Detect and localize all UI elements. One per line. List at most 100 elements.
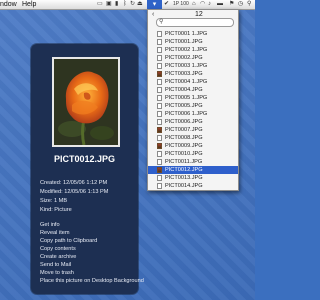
file-icon <box>157 87 162 93</box>
info-title: PICT0012.JPG <box>53 154 116 164</box>
file-icon <box>157 159 162 165</box>
screen-icon[interactable]: ▭ <box>97 1 103 8</box>
file-name: PICT0001.JPG <box>165 39 203 45</box>
file-list-item[interactable]: PICT0006.JPG <box>148 118 238 126</box>
file-icon <box>157 119 162 125</box>
move-to-trash-action[interactable]: Move to trash <box>40 270 74 277</box>
display-icon[interactable]: ▣ <box>106 1 112 8</box>
clock-icon[interactable]: ◷ <box>238 1 243 8</box>
file-name: PICT0005 1.JPG <box>165 95 208 101</box>
battery-icon[interactable]: ▬ <box>217 1 223 8</box>
back-arrow-icon[interactable]: ‹ <box>152 11 154 18</box>
sound-icon[interactable]: ♪ <box>208 1 211 8</box>
file-list-item[interactable]: PICT0010.JPG <box>148 150 238 158</box>
file-icon <box>157 183 162 189</box>
file-icon <box>157 167 162 173</box>
file-list-item[interactable]: PICT0002 1.JPG <box>148 46 238 54</box>
rose-image <box>54 59 118 145</box>
file-name: PICT0004.JPG <box>165 87 203 93</box>
file-name: PICT0010.JPG <box>165 151 203 157</box>
file-name: PICT0004 1.JPG <box>165 79 208 85</box>
file-name: PICT0014.JPG <box>165 183 203 189</box>
file-list-item[interactable]: PICT0006 1.JPG <box>148 110 238 118</box>
reveal-item-action[interactable]: Reveal item <box>40 230 70 237</box>
set-desktop-background-action[interactable]: Place this picture on Desktop Background <box>40 278 144 285</box>
file-name: PICT0001 1.JPG <box>165 31 208 37</box>
file-list-item[interactable]: PICT0005 1.JPG <box>148 94 238 102</box>
file-icon <box>157 63 162 69</box>
file-icon <box>157 175 162 181</box>
file-list-item[interactable]: PICT0002.JPG <box>148 54 238 62</box>
file-icon <box>157 71 162 77</box>
file-list-item[interactable]: PICT0013.JPG <box>148 174 238 182</box>
file-list-item[interactable]: PICT0008.JPG <box>148 134 238 142</box>
file-name: PICT0002.JPG <box>165 55 203 61</box>
bluetooth-icon[interactable]: ᛒ <box>123 1 127 8</box>
file-icon <box>157 55 162 61</box>
file-icon <box>157 143 162 149</box>
file-list-item[interactable]: PICT0014.JPG <box>148 182 238 190</box>
file-list-item[interactable]: PICT0004.JPG <box>148 86 238 94</box>
file-icon <box>157 135 162 141</box>
get-info-action[interactable]: Get info <box>40 222 60 229</box>
file-name: PICT0003.JPG <box>165 71 203 77</box>
photo-preview <box>52 57 120 147</box>
file-name: PICT0005.JPG <box>165 103 203 109</box>
file-icon <box>157 151 162 157</box>
file-name: PICT0002 1.JPG <box>165 47 208 53</box>
file-name: PICT0013.JPG <box>165 175 203 181</box>
file-list-item[interactable]: PICT0003 1.JPG <box>148 62 238 70</box>
copy-contents-action[interactable]: Copy contents <box>40 246 76 253</box>
file-icon <box>157 95 162 101</box>
check-icon[interactable]: ✔ <box>164 1 169 8</box>
sync-icon[interactable]: ↻ <box>130 1 135 8</box>
modified-date: Modified: 12/05/06 1:13 PM <box>40 189 109 195</box>
lock-icon[interactable]: ▮ <box>115 1 118 8</box>
file-menu-header: ‹ 12 ⚲ <box>148 10 238 27</box>
file-name: PICT0012.JPG <box>165 167 203 173</box>
file-name: PICT0006 1.JPG <box>165 111 208 117</box>
search-icon: ⚲ <box>159 19 164 25</box>
file-menu-tray-button[interactable]: ▾ <box>147 0 162 9</box>
file-list-item[interactable]: PICT0012.JPG <box>148 166 238 174</box>
file-icon <box>157 39 162 45</box>
menu-window[interactable]: ndow <box>0 1 17 8</box>
network-icon[interactable]: ⌂ <box>192 1 196 8</box>
file-icon <box>157 47 162 53</box>
file-size: Size: 1 MB <box>40 198 68 204</box>
search-box[interactable]: ⚲ <box>156 18 234 27</box>
file-icon <box>157 103 162 109</box>
file-list-item[interactable]: PICT0007.JPG <box>148 126 238 134</box>
copy-path-action[interactable]: Copy path to Clipboard <box>40 238 97 245</box>
file-icon <box>157 31 162 37</box>
file-icon <box>157 111 162 117</box>
file-list-item[interactable]: PICT0003.JPG <box>148 70 238 78</box>
file-list-menu: ‹ 12 ⚲ PICT0001 1.JPG PICT0001.JPG PICT000… <box>147 9 239 191</box>
wifi-icon[interactable]: ◠ <box>200 1 205 8</box>
eject-icon[interactable]: ⏏ <box>137 1 143 8</box>
flag-icon[interactable]: ⚑ <box>229 1 234 8</box>
search-input[interactable] <box>165 19 229 25</box>
file-info-panel: PICT0012.JPG Created: 12/05/06 1:12 PM M… <box>31 44 144 294</box>
file-name: PICT0007.JPG <box>165 127 203 133</box>
file-list-item[interactable]: PICT0011.JPG <box>148 158 238 166</box>
file-kind: Kind: Picture <box>40 207 72 213</box>
item-count: 12 <box>195 11 203 18</box>
file-name: PICT0006.JPG <box>165 119 203 125</box>
file-name: PICT0008.JPG <box>165 135 203 141</box>
menu-help[interactable]: Help <box>22 1 36 8</box>
create-archive-action[interactable]: Create archive <box>40 254 76 261</box>
spotlight-icon[interactable]: ⚲ <box>247 1 251 8</box>
file-list-item[interactable]: PICT0009.JPG <box>148 142 238 150</box>
send-to-mail-action[interactable]: Send to Mail <box>40 262 71 269</box>
file-icon <box>157 127 162 133</box>
file-list-item[interactable]: PICT0001 1.JPG <box>148 30 238 38</box>
file-list-item[interactable]: PICT0004 1.JPG <box>148 78 238 86</box>
file-icon <box>157 79 162 85</box>
file-name: PICT0011.JPG <box>165 159 203 165</box>
tray-value[interactable]: 1P 100 <box>173 1 189 8</box>
file-name: PICT0003 1.JPG <box>165 63 208 69</box>
file-list-item[interactable]: PICT0001.JPG <box>148 38 238 46</box>
file-list-item[interactable]: PICT0005.JPG <box>148 102 238 110</box>
created-date: Created: 12/05/06 1:12 PM <box>40 180 108 186</box>
